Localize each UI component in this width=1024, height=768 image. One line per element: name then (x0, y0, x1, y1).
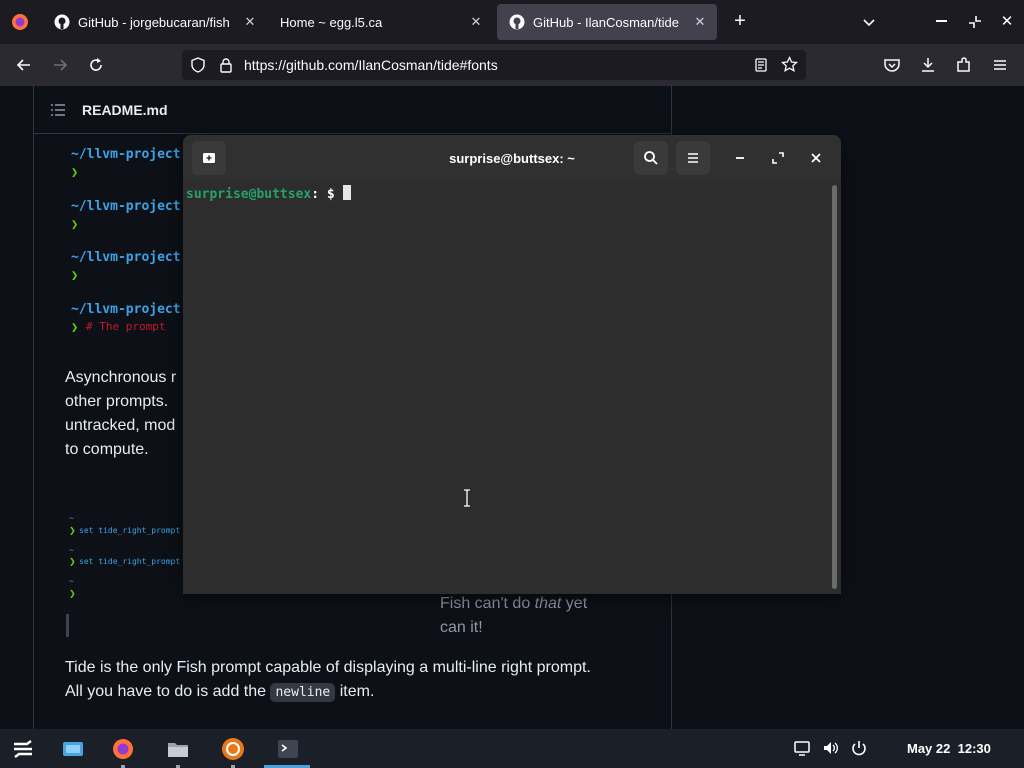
minimize-button[interactable] (723, 141, 757, 175)
reader-view-icon[interactable] (753, 57, 769, 73)
code-line: ~/llvm-project (71, 199, 181, 214)
code-comment: # The prompt (86, 320, 166, 333)
tab-close-icon[interactable]: ✕ (467, 13, 485, 31)
extensions-icon[interactable] (951, 52, 977, 78)
maximize-button[interactable] (761, 141, 795, 175)
tab-label: GitHub - IlanCosman/tide (533, 14, 679, 30)
text-cursor-ibeam-icon (463, 489, 471, 507)
hamburger-menu-icon[interactable] (987, 52, 1013, 78)
browser-tab-strip: GitHub - jorgebucaran/fish ✕ Home ~ egg.… (0, 0, 1024, 44)
readme-header: README.md (34, 86, 671, 134)
terminal-scrollbar[interactable] (832, 185, 837, 589)
software-updater-icon[interactable] (221, 737, 245, 761)
browser-nav-bar: https://github.com/IlanCosman/tide#fonts (0, 44, 1024, 86)
caption-emphasis: that (534, 595, 562, 612)
paragraph-line: to compute. (65, 441, 149, 458)
mini-code-line: set tide_right_prompt (79, 526, 181, 535)
caption-text: yet (561, 595, 588, 612)
back-button[interactable] (11, 52, 37, 78)
terminal-header-bar[interactable]: surprise@buttsex: ~ (183, 135, 841, 181)
mini-tilde: ~ (69, 577, 74, 586)
shield-icon[interactable] (190, 57, 206, 73)
code-line: ~/llvm-project (71, 250, 181, 265)
paragraph-line: All you have to do is add the newline it… (65, 680, 591, 705)
tab-label: GitHub - jorgebucaran/fish (78, 14, 230, 30)
restore-window-icon[interactable] (966, 13, 984, 31)
terminal-body[interactable]: surprise@buttsex: $ (183, 181, 841, 594)
close-button[interactable] (799, 141, 833, 175)
power-icon[interactable] (850, 739, 868, 757)
prompt-arrow: ❯ (71, 320, 79, 334)
paragraph-line: Tide is the only Fish prompt capable of … (65, 659, 591, 676)
shell-prompt: surprise@buttsex: $ (186, 185, 351, 202)
mini-prompt-arrow: ❯ (69, 526, 76, 535)
url-bar[interactable]: https://github.com/IlanCosman/tide#fonts (182, 50, 806, 80)
bookmark-star-icon[interactable] (780, 55, 799, 73)
mini-prompt-arrow: ❯ (69, 589, 76, 598)
firefox-icon[interactable] (111, 737, 135, 761)
clock[interactable]: May 22 12:30 (907, 741, 991, 756)
tab-close-icon[interactable]: ✕ (691, 13, 709, 31)
files-icon[interactable] (166, 737, 190, 761)
reload-button[interactable] (83, 52, 109, 78)
volume-icon[interactable] (822, 739, 840, 757)
clock-time: 12:30 (957, 741, 991, 756)
mini-prompt-arrow: ❯ (69, 557, 76, 566)
forward-button[interactable] (47, 52, 73, 78)
code-line: ~/llvm-project (71, 302, 181, 317)
search-icon (644, 151, 658, 165)
menu-button[interactable] (676, 141, 710, 175)
paragraph-text: All you have to do is add the (65, 683, 271, 700)
minimize-window-button[interactable] (936, 20, 947, 22)
multiline-paragraph: Tide is the only Fish prompt capable of … (65, 656, 591, 705)
github-icon (509, 14, 525, 30)
paragraph-text: item. (335, 683, 375, 700)
github-icon (54, 14, 70, 30)
caption-text: Fish can't do (440, 595, 535, 612)
outline-list-icon[interactable] (50, 102, 66, 118)
prompt-user-host: surprise@buttsex (186, 187, 312, 202)
close-window-button[interactable]: ✕ (998, 12, 1016, 30)
firefox-menu-icon[interactable] (11, 13, 29, 31)
mini-tilde: ~ (69, 514, 74, 523)
mini-code-line: set tide_right_prompt (79, 557, 181, 566)
list-tabs-chevron-icon[interactable] (860, 13, 878, 31)
hamburger-icon (688, 153, 698, 163)
prompt-arrow: ❯ (71, 165, 79, 179)
async-paragraph: Asynchronous r other prompts. untracked,… (65, 366, 176, 462)
tab-close-icon[interactable]: ✕ (241, 13, 259, 31)
paragraph-line: Asynchronous r (65, 369, 177, 386)
new-tab-button[interactable]: + (730, 11, 750, 31)
paragraph-line: untracked, mod (65, 417, 176, 434)
text-cursor (342, 185, 351, 200)
terminal-icon[interactable] (276, 737, 300, 761)
mini-tilde: ~ (69, 546, 74, 555)
tab-label: Home ~ egg.l5.ca (280, 14, 383, 30)
paragraph-line: other prompts. (65, 393, 169, 410)
code-line: ~/llvm-project (71, 147, 181, 162)
display-icon[interactable] (793, 739, 811, 757)
downloads-icon[interactable] (915, 52, 941, 78)
search-button[interactable] (634, 141, 668, 175)
prompt-arrow: ❯ (71, 217, 79, 231)
workspaces-icon[interactable] (61, 737, 85, 761)
terminal-window[interactable]: surprise@buttsex: ~ surprise@buttsex: $ (183, 135, 841, 594)
zorin-menu-icon[interactable] (11, 737, 35, 761)
url-text[interactable]: https://github.com/IlanCosman/tide#fonts (244, 57, 498, 73)
lock-icon[interactable] (218, 57, 234, 73)
fish-caption: Fish can't do that yet can it! (440, 592, 587, 640)
tab-egg[interactable]: Home ~ egg.l5.ca ✕ (268, 0, 493, 44)
tab-fish[interactable]: GitHub - jorgebucaran/fish ✕ (42, 0, 267, 44)
clock-date: May 22 (907, 741, 951, 756)
pocket-icon[interactable] (879, 52, 905, 78)
blockquote-bar (66, 614, 69, 637)
readme-title[interactable]: README.md (82, 102, 168, 118)
tab-tide[interactable]: GitHub - IlanCosman/tide ✕ (497, 4, 717, 40)
caption-text: can it! (440, 619, 483, 636)
prompt-arrow: ❯ (71, 268, 79, 282)
inline-code-newline: newline (270, 683, 336, 702)
taskbar: May 22 12:30 (0, 729, 1024, 768)
prompt-suffix: : $ (311, 187, 343, 202)
